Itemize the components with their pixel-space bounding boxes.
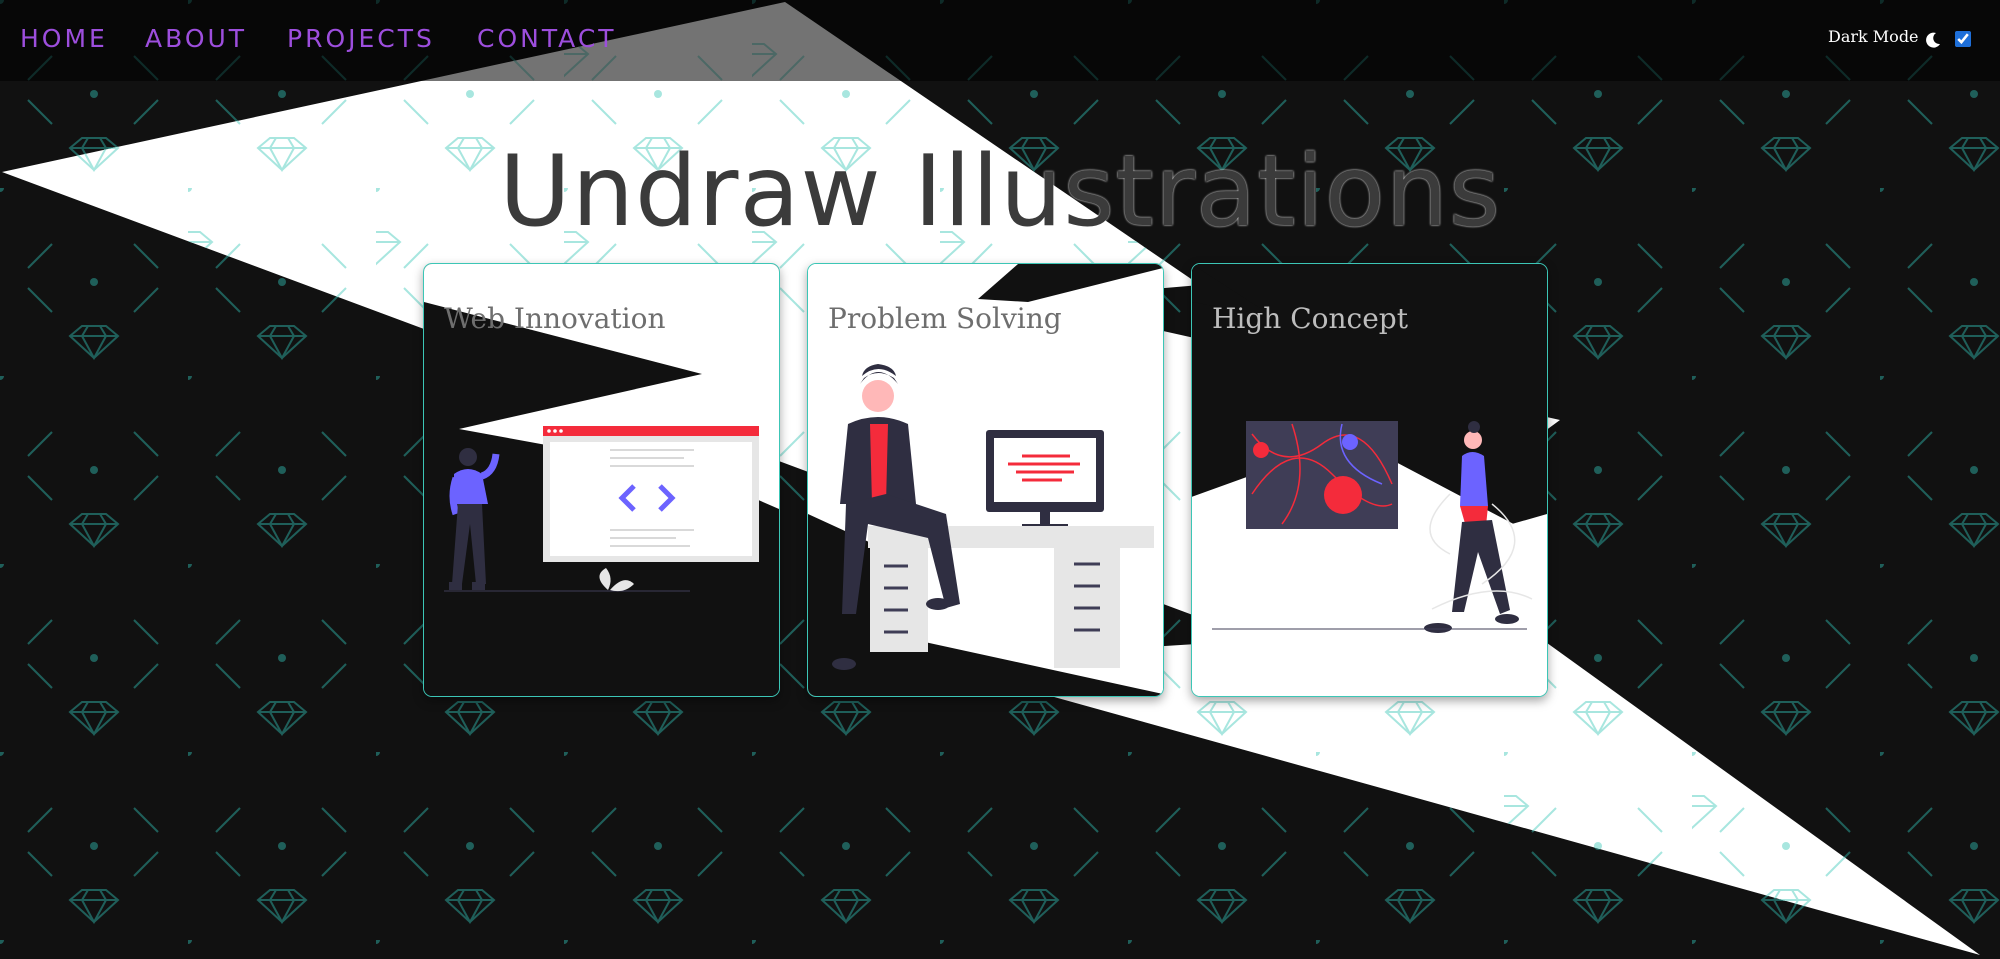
card-title: High Concept <box>1212 302 1408 335</box>
page-title: Undraw Illustrations <box>499 135 1501 249</box>
top-navbar: HOME ABOUT PROJECTS CONTACT Dark Mode <box>0 0 2000 81</box>
moon-icon[interactable] <box>1924 31 1942 49</box>
nav-link-home[interactable]: HOME <box>20 24 108 53</box>
dark-mode-toggle[interactable] <box>1955 31 1971 47</box>
card-problem-solving[interactable]: Problem Solving <box>807 263 1164 697</box>
card-web-innovation[interactable]: Web Innovation <box>423 263 780 697</box>
card-title: Problem Solving <box>828 302 1062 335</box>
dark-mode-label: Dark Mode <box>1828 27 1919 46</box>
nav-link-about[interactable]: ABOUT <box>145 24 247 53</box>
card-title: Web Innovation <box>444 302 666 335</box>
card-high-concept[interactable]: High Concept <box>1191 263 1548 697</box>
nav-link-projects[interactable]: PROJECTS <box>287 24 435 53</box>
nav-link-contact[interactable]: CONTACT <box>477 24 617 53</box>
